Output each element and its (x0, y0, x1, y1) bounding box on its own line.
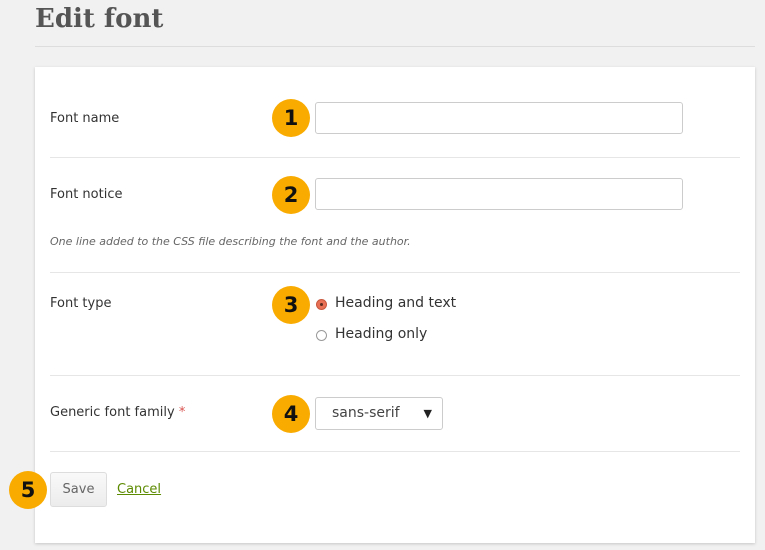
font-name-label: Font name (50, 111, 120, 126)
title-divider (35, 46, 755, 47)
callout-badge-1: 1 (272, 99, 310, 137)
caret-down-icon: ▼ (423, 407, 432, 420)
font-notice-help: One line added to the CSS file describin… (50, 235, 411, 248)
font-notice-label: Font notice (50, 187, 123, 202)
font-name-input[interactable] (315, 102, 683, 134)
radio-heading-and-text-label[interactable]: Heading and text (335, 295, 456, 311)
generic-font-family-label-text: Generic font family (50, 405, 175, 420)
cancel-link[interactable]: Cancel (117, 482, 161, 497)
generic-font-family-select[interactable]: sans-serif ▼ (315, 397, 443, 430)
font-notice-input[interactable] (315, 178, 683, 210)
required-mark: * (178, 405, 186, 420)
callout-badge-3: 3 (272, 286, 310, 324)
page-title: Edit font (35, 4, 164, 34)
generic-font-family-label: Generic font family * (50, 405, 185, 420)
font-type-label: Font type (50, 296, 112, 311)
callout-badge-2: 2 (272, 176, 310, 214)
divider (50, 375, 740, 376)
radio-heading-and-text[interactable] (316, 299, 327, 310)
divider (50, 272, 740, 273)
callout-badge-4: 4 (272, 395, 310, 433)
divider (50, 157, 740, 158)
radio-heading-only[interactable] (316, 330, 327, 341)
select-value: sans-serif (332, 405, 400, 421)
divider (50, 451, 740, 452)
callout-badge-5: 5 (9, 471, 47, 509)
save-button[interactable]: Save (50, 472, 107, 507)
radio-heading-only-label[interactable]: Heading only (335, 326, 427, 342)
